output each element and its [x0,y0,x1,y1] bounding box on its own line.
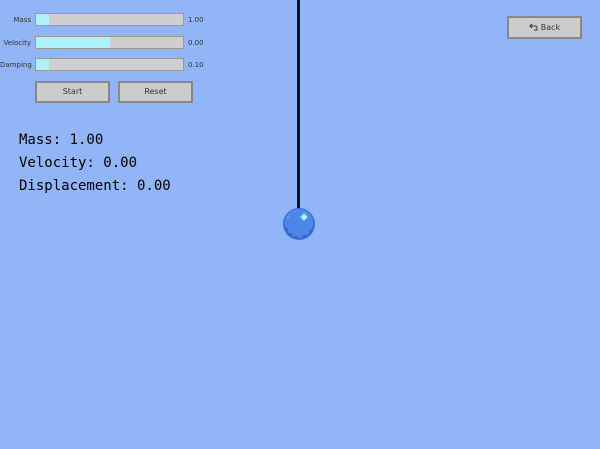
damping-slider-label: Damping [0,61,32,69]
back-button-label: Back [540,23,561,32]
damping-slider[interactable] [35,58,184,71]
mass-slider-fill [36,14,50,25]
mass-slider-label: Mass [13,16,31,24]
displacement-readout: Displacement: 0.00 [19,178,171,194]
mass-readout: Mass: 1.00 [19,132,104,148]
velocity-slider-value: 0.00 [188,39,204,47]
start-button[interactable]: Start [35,81,110,103]
velocity-slider-label: Velocity [3,39,31,47]
return-arrow-icon [529,23,538,31]
mass-bob[interactable] [283,208,315,240]
reset-button[interactable]: Reset [118,81,193,103]
mass-slider-value: 1.00 [188,16,204,24]
damping-slider-fill [36,59,50,70]
velocity-slider-fill [36,37,110,48]
damping-slider-value: 0.10 [188,61,204,69]
back-button[interactable]: Back [507,16,582,39]
mass-slider[interactable] [35,13,184,26]
velocity-slider[interactable] [35,36,184,49]
velocity-readout: Velocity: 0.00 [19,155,138,171]
spring-rope [297,0,300,210]
